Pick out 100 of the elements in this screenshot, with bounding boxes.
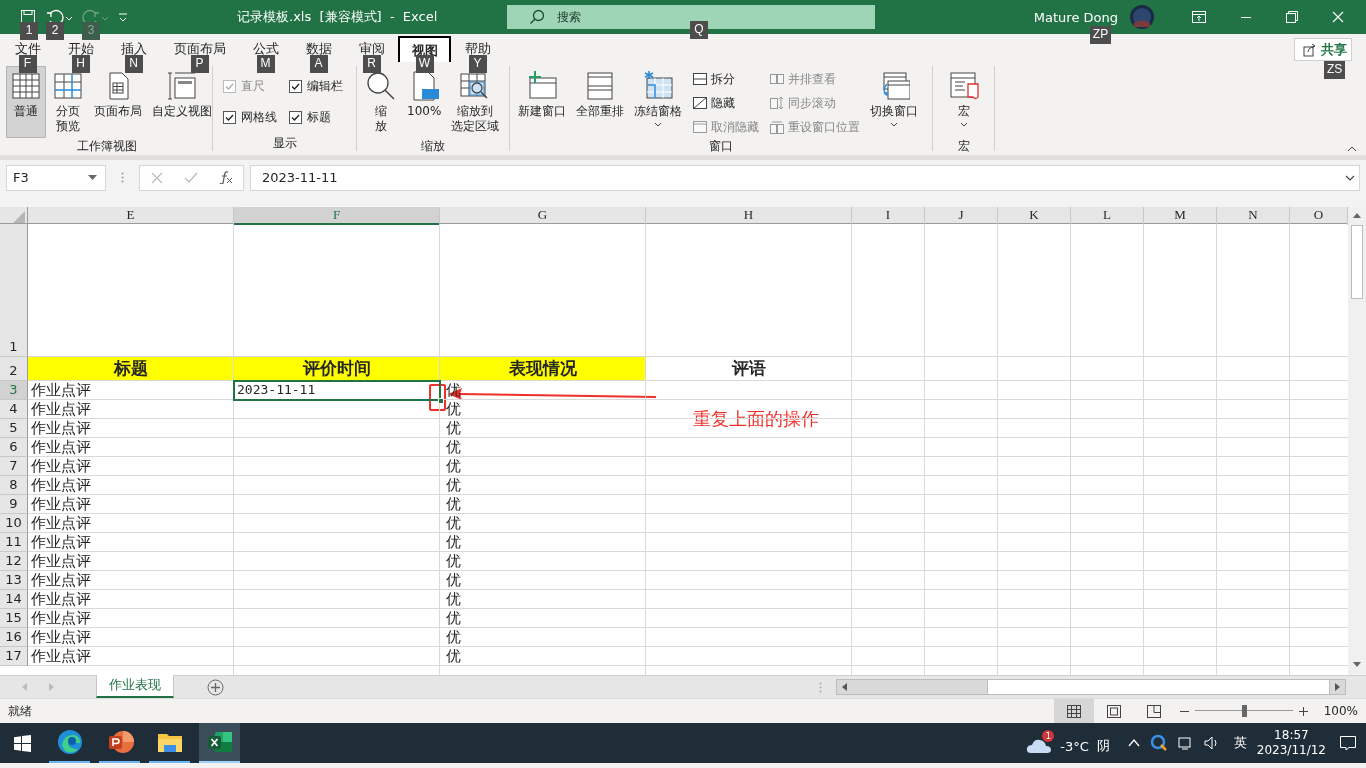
add-sheet-icon[interactable]: [207, 678, 224, 696]
table-cell: 作业点评: [31, 400, 91, 418]
zoom-level[interactable]: 100%: [1323, 704, 1358, 718]
volume-icon[interactable]: [1203, 736, 1220, 750]
tray-app-icon[interactable]: [1149, 734, 1168, 752]
checkbox[interactable]: 网格线: [223, 109, 277, 126]
new-window-icon: [526, 70, 558, 102]
freeze-panes-icon: [642, 70, 674, 102]
caret-icon: [654, 122, 662, 127]
row-header[interactable]: 3: [0, 381, 28, 400]
formula-input[interactable]: 2023-11-11: [250, 164, 1360, 191]
ribbon-button[interactable]: 冻结窗格: [630, 66, 686, 138]
keytip: H: [71, 55, 90, 73]
ribbon-button[interactable]: 普通: [6, 66, 46, 138]
vertical-scrollbar[interactable]: [1348, 207, 1366, 675]
caret-icon: [890, 122, 898, 127]
callout-box: [429, 384, 446, 411]
scrollbar-thumb[interactable]: [1351, 225, 1363, 299]
scrollbar-thumb[interactable]: [987, 680, 1330, 694]
column-header[interactable]: N: [1217, 207, 1290, 225]
keytip: W: [415, 55, 434, 73]
group-label: 缩放: [420, 138, 446, 154]
row-header[interactable]: 4: [0, 400, 28, 419]
column-header[interactable]: F: [234, 207, 440, 225]
page-break-view-icon: [1146, 704, 1161, 718]
row-header[interactable]: 14: [0, 590, 28, 609]
checkbox[interactable]: 标题: [289, 109, 343, 126]
row-header[interactable]: 9: [0, 495, 28, 514]
window-title: 记录模板.xls [兼容模式] - Excel: [237, 8, 439, 26]
user-name[interactable]: Mature Dong: [1033, 9, 1118, 25]
keytip: ZP: [1089, 25, 1112, 44]
ribbon-button[interactable]: 宏: [943, 66, 984, 138]
avatar-icon[interactable]: [1130, 5, 1154, 29]
row-header[interactable]: 7: [0, 457, 28, 476]
ribbon-button[interactable]: 全部重排: [572, 66, 628, 138]
share-button[interactable]: 共享: [1294, 38, 1352, 61]
ribbon-button[interactable]: 新建窗口: [514, 66, 570, 138]
row-header[interactable]: 10: [0, 514, 28, 533]
ribbon-display-icon[interactable]: [1192, 11, 1206, 23]
horizontal-scrollbar[interactable]: [836, 679, 1346, 695]
table-cell: 作业点评: [31, 381, 91, 399]
slider-thumb[interactable]: [1241, 705, 1247, 717]
scroll-left-icon: [842, 683, 847, 691]
caret-icon: [88, 175, 97, 180]
column-header[interactable]: M: [1144, 207, 1217, 225]
weather-widget[interactable]: 1 -3°C 阴: [1026, 725, 1110, 761]
zoom-in-icon[interactable]: [1298, 706, 1308, 716]
ribbon-button[interactable]: 隐藏: [692, 94, 759, 112]
notifications-icon[interactable]: [1340, 735, 1356, 751]
scroll-right-icon: [1335, 683, 1340, 691]
row-header[interactable]: 8: [0, 476, 28, 495]
row-header[interactable]: 12: [0, 552, 28, 571]
checkbox[interactable]: 编辑栏: [289, 78, 343, 95]
column-header[interactable]: J: [925, 207, 998, 225]
chevron-up-icon[interactable]: [1127, 739, 1140, 747]
ribbon-button[interactable]: 拆分: [692, 70, 759, 88]
row-header[interactable]: 11: [0, 533, 28, 552]
row-header[interactable]: 5: [0, 419, 28, 438]
name-box[interactable]: F3: [6, 164, 106, 191]
table-cell: 优: [446, 533, 461, 551]
maximize-icon[interactable]: [1286, 11, 1298, 23]
notification-badge: 1: [1042, 730, 1055, 742]
row-header[interactable]: 1: [0, 224, 28, 357]
ribbon-button[interactable]: 切换窗口: [866, 66, 922, 138]
fill-handle[interactable]: [438, 398, 444, 404]
column-header[interactable]: H: [646, 207, 852, 225]
close-icon[interactable]: [1332, 11, 1344, 23]
keytip: Y: [468, 55, 487, 73]
page-layout-view-icon: [1106, 704, 1121, 718]
column-header[interactable]: G: [440, 207, 646, 225]
clock-time[interactable]: 18:57: [1274, 728, 1309, 743]
split-icon: [692, 71, 708, 87]
column-header[interactable]: L: [1071, 207, 1144, 225]
column-header[interactable]: I: [852, 207, 925, 225]
function-icon[interactable]: [218, 171, 233, 184]
sheet-tab[interactable]: 作业表现: [96, 675, 174, 698]
view-button[interactable]: [1053, 699, 1094, 723]
keytip: M: [256, 55, 275, 73]
undo-icon[interactable]: [46, 9, 72, 25]
arrange-icon: [584, 70, 616, 102]
column-header[interactable]: K: [998, 207, 1071, 225]
row-header[interactable]: 17: [0, 647, 28, 666]
input-method[interactable]: 英: [1233, 734, 1247, 752]
keytip: 3: [82, 22, 100, 40]
sync-scroll-icon: [769, 95, 785, 111]
start-icon[interactable]: [14, 734, 31, 752]
row-header[interactable]: 16: [0, 628, 28, 647]
save-icon[interactable]: [20, 9, 36, 25]
row-header[interactable]: 2: [0, 357, 28, 381]
table-cell: 作业点评: [31, 533, 91, 551]
collapse-ribbon-icon[interactable]: [1347, 146, 1357, 152]
row-header[interactable]: 15: [0, 609, 28, 628]
row-header[interactable]: 6: [0, 438, 28, 457]
taskbar-app[interactable]: [199, 723, 240, 763]
keytip: F: [18, 55, 37, 73]
table-cell: 作业点评: [31, 419, 91, 437]
network-icon[interactable]: [1177, 736, 1194, 750]
expand-icon[interactable]: [1345, 174, 1355, 181]
row-header[interactable]: 13: [0, 571, 28, 590]
clock-date[interactable]: 2023/11/12: [1256, 743, 1326, 758]
